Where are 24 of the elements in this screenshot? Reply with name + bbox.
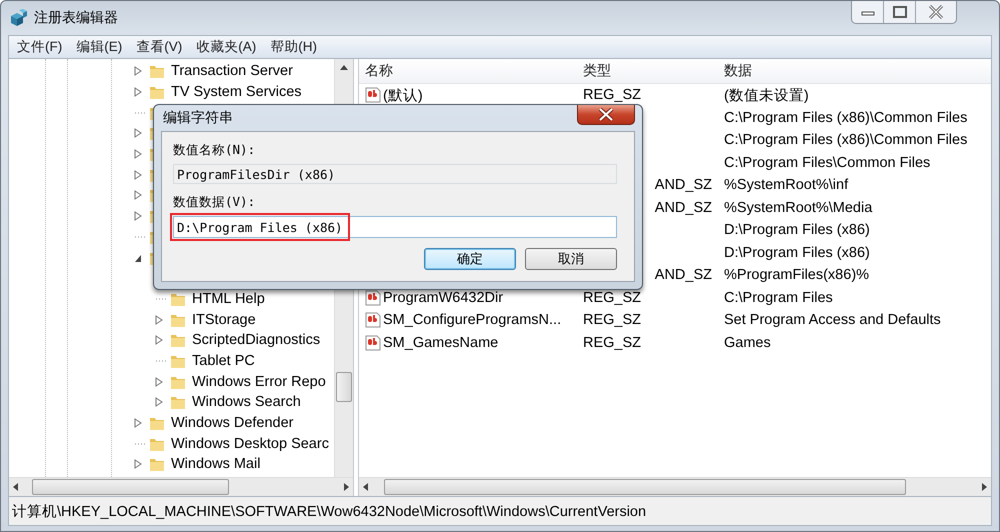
value-data: %SystemRoot%\inf: [724, 177, 848, 194]
value-data: C:\Program Files: [724, 290, 833, 306]
value-data: D:\Program Files (x86): [724, 222, 870, 238]
value-type: REG_SZ: [583, 290, 642, 306]
value-data: (数值未设置): [724, 88, 809, 104]
status-path: 计算机\HKEY_LOCAL_MACHINE\SOFTWARE\Wow6432Node\Microsoft\Windows\CurrentVersion: [12, 502, 646, 520]
value-data: D:\Program Files (x86): [724, 244, 870, 261]
window-title: 注册表编辑器: [34, 9, 118, 27]
dialog-title: 编辑字符串: [162, 109, 233, 127]
field-label: 数值数据(V):: [173, 194, 256, 211]
value-type: AND_SZ: [654, 177, 712, 194]
field-label: 数值名称(N):: [173, 142, 256, 159]
value-type: REG_SZ: [583, 334, 642, 351]
value-data: C:\Program Files\Common Files: [724, 154, 930, 171]
value-data: %ProgramFiles(x86)%: [724, 267, 870, 284]
value-type: REG_SZ: [583, 87, 642, 104]
value-type: REG_SZ: [583, 312, 642, 328]
value-data: %SystemRoot%\Media: [724, 200, 872, 216]
value-data: C:\Program Files (x86)\Common Files: [724, 110, 968, 126]
value-data: Games: [724, 334, 771, 351]
value-data: Set Program Access and Defaults: [724, 312, 941, 328]
value-type: AND_SZ: [654, 200, 712, 216]
value-data: C:\Program Files (x86)\Common Files: [724, 132, 968, 148]
value-type: AND_SZ: [654, 267, 712, 284]
